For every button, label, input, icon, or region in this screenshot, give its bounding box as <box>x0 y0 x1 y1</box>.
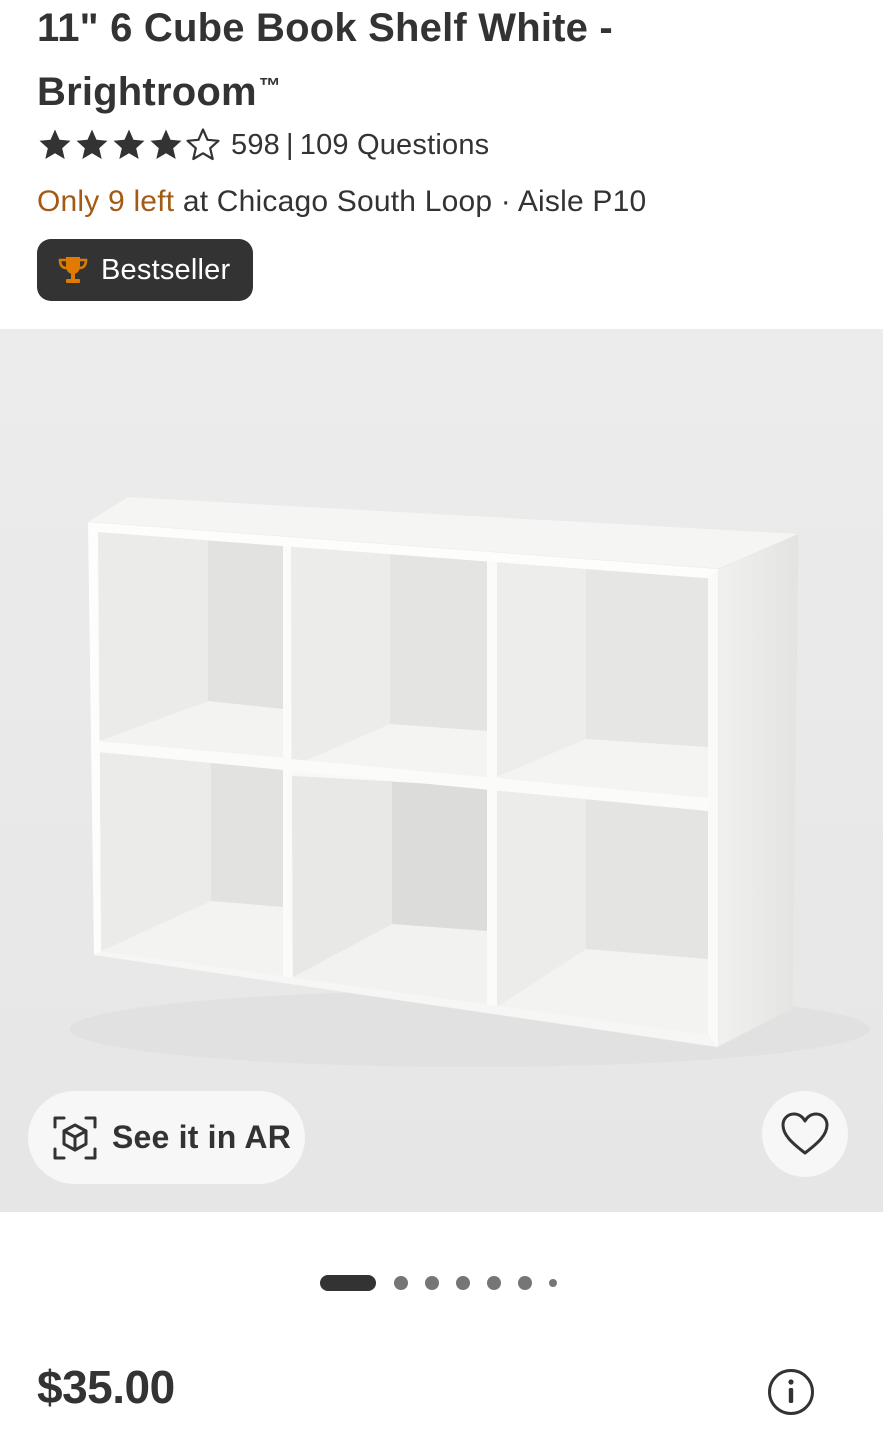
star-rating <box>37 127 221 163</box>
bestseller-label: Bestseller <box>101 253 231 286</box>
heart-icon <box>781 1112 829 1155</box>
carousel-dot[interactable] <box>518 1276 532 1290</box>
star-icon <box>113 129 145 159</box>
product-price: $35.00 <box>37 1361 175 1413</box>
star-outline-icon <box>186 128 220 161</box>
product-title-line1: 11" 6 Cube Book Shelf White - <box>37 6 613 50</box>
rating-row[interactable]: 598 | 109 Questions <box>37 124 489 166</box>
trademark-symbol: ™ <box>258 73 281 98</box>
carousel-dot[interactable] <box>394 1276 408 1290</box>
product-title-line2: Brightroom <box>37 70 257 114</box>
ar-cube-icon <box>53 1116 97 1159</box>
favorite-button[interactable] <box>762 1091 848 1177</box>
carousel-dot[interactable] <box>456 1276 470 1290</box>
star-icon <box>39 129 71 159</box>
star-icon <box>150 129 182 159</box>
low-stock-text: Only 9 left <box>37 185 175 218</box>
store-availability[interactable]: Only 9 left at Chicago South Loop · Aisl… <box>37 180 646 224</box>
rating-summary[interactable]: 598 | 109 Questions <box>231 129 489 162</box>
carousel-dot-active[interactable] <box>320 1275 376 1291</box>
product-image[interactable] <box>0 329 883 1212</box>
store-location-text[interactable]: at Chicago South Loop · Aisle P10 <box>183 185 647 218</box>
star-icon <box>76 129 108 159</box>
info-icon[interactable] <box>767 1368 815 1416</box>
product-title: 11" 6 Cube Book Shelf White - Brightroom… <box>37 0 857 121</box>
carousel-dot[interactable] <box>549 1279 557 1287</box>
review-count[interactable]: 598 <box>231 129 280 161</box>
carousel-pagination[interactable] <box>320 1274 557 1292</box>
see-in-ar-label: See it in AR <box>112 1119 292 1155</box>
questions-link[interactable]: 109 Questions <box>300 129 490 161</box>
carousel-dot[interactable] <box>425 1276 439 1290</box>
see-in-ar-button[interactable]: See it in AR <box>28 1091 305 1184</box>
rating-separator: | <box>286 128 294 161</box>
product-image-carousel[interactable]: See it in AR <box>0 329 883 1212</box>
trophy-icon <box>58 257 88 283</box>
bestseller-badge: Bestseller <box>37 239 253 301</box>
carousel-dot[interactable] <box>487 1276 501 1290</box>
